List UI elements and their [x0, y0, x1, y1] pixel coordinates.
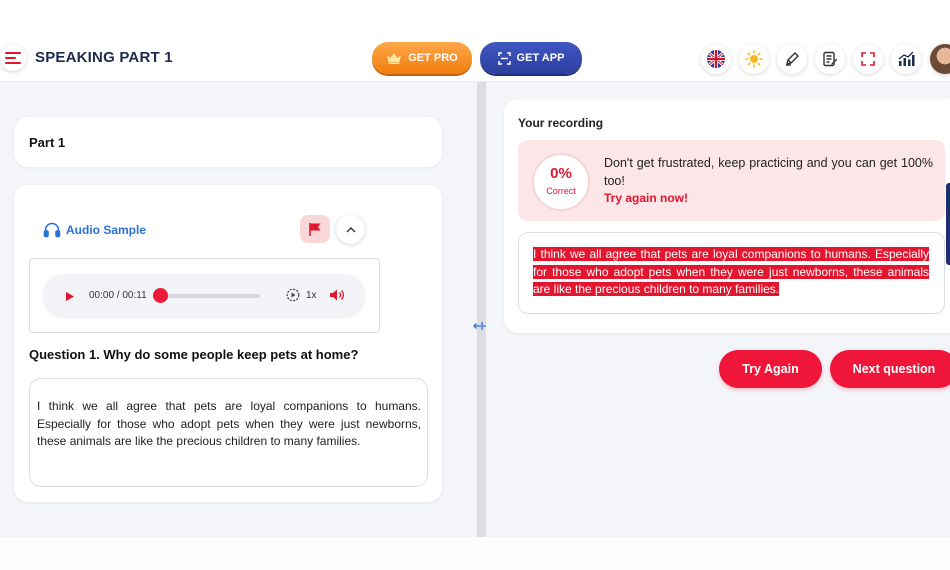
menu-button[interactable]	[0, 45, 26, 71]
audio-sample-header: Audio Sample	[43, 221, 146, 238]
audio-time: 00:00 / 00:11	[89, 290, 147, 301]
bottom-strip	[0, 537, 950, 570]
try-again-label: Try Again	[742, 362, 799, 376]
get-app-button[interactable]: GET APP	[480, 42, 582, 74]
menu-icon	[5, 52, 21, 64]
get-app-label: GET APP	[516, 52, 565, 64]
headphones-icon	[43, 222, 61, 238]
notes-button[interactable]	[815, 44, 845, 74]
stats-button[interactable]	[891, 44, 921, 74]
chevron-up-icon	[346, 227, 355, 233]
page-title: SPEAKING PART 1	[35, 49, 173, 66]
part-card: Part 1	[14, 117, 442, 167]
notes-icon	[823, 51, 838, 67]
scan-icon	[497, 51, 511, 65]
transcript-text: I think we all agree that pets are loyal…	[533, 247, 929, 296]
recording-title: Your recording	[518, 116, 604, 130]
score-value: 0%	[550, 165, 572, 182]
playback-speed-icon[interactable]	[286, 288, 300, 302]
report-flag-button[interactable]	[300, 215, 330, 243]
audio-seek-track[interactable]	[153, 294, 260, 298]
theme-button[interactable]	[739, 44, 769, 74]
audio-sample-label: Audio Sample	[66, 222, 147, 237]
feedback-message: Don't get frustrated, keep practicing an…	[604, 156, 933, 188]
next-question-button[interactable]: Next question	[830, 350, 950, 388]
play-icon	[66, 291, 74, 301]
flag-icon	[309, 223, 321, 236]
play-button[interactable]	[62, 288, 78, 304]
pencil-icon	[786, 52, 799, 66]
collapse-button[interactable]	[336, 215, 365, 244]
part-label: Part 1	[29, 135, 66, 150]
try-again-link[interactable]: Try again now!	[604, 191, 688, 205]
try-again-button[interactable]: Try Again	[719, 350, 822, 388]
fullscreen-button[interactable]	[853, 44, 883, 74]
side-edge-tab[interactable]	[946, 183, 950, 265]
pane-divider[interactable]	[477, 82, 486, 537]
uk-flag-icon	[707, 50, 725, 68]
crown-icon	[387, 53, 402, 64]
language-button[interactable]	[701, 44, 731, 74]
sample-answer-text: I think we all agree that pets are loyal…	[37, 399, 421, 448]
volume-icon[interactable]	[329, 288, 345, 302]
stats-icon	[898, 51, 914, 66]
get-pro-button[interactable]: GET PRO	[372, 42, 472, 74]
highlight-button[interactable]	[777, 44, 807, 74]
score-label: Correct	[546, 186, 576, 196]
sun-icon	[745, 50, 763, 68]
playback-speed[interactable]: 1x	[306, 290, 317, 301]
audio-seek-knob[interactable]	[153, 288, 168, 303]
fullscreen-icon	[861, 52, 875, 66]
transcript: I think we all agree that pets are loyal…	[533, 246, 929, 299]
user-avatar[interactable]	[930, 44, 950, 74]
top-bar: SPEAKING PART 1 GET PRO GET APP	[0, 36, 950, 82]
get-pro-label: GET PRO	[408, 52, 458, 64]
next-question-label: Next question	[852, 362, 936, 376]
score-circle	[532, 153, 590, 211]
question-text: Question 1. Why do some people keep pets…	[29, 347, 359, 362]
